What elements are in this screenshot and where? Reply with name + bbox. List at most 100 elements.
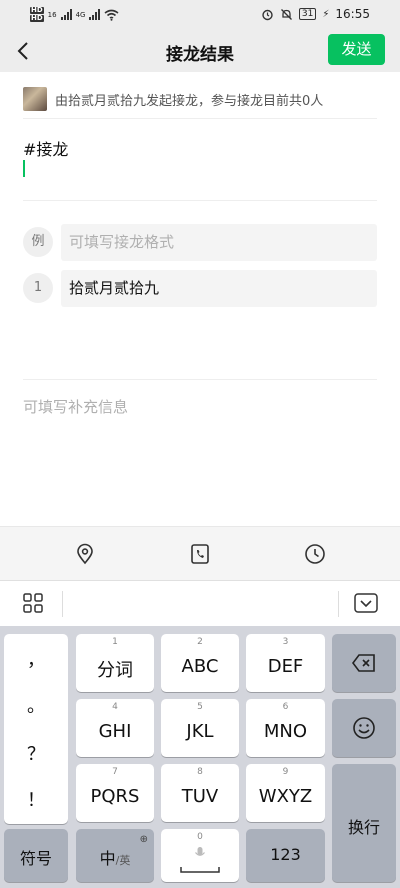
key-digit: 8 (197, 767, 203, 777)
key-digit: 4 (112, 702, 118, 712)
punctuation-column: ， 。 ？ ！ (4, 634, 68, 824)
key-digit: 6 (282, 702, 289, 712)
status-right: 31 ⚡ 16:55 (261, 7, 370, 21)
format-input[interactable]: 可填写接龙格式 (61, 224, 377, 261)
lang-main: 中 (99, 849, 116, 868)
signal-label-1: 16 (47, 10, 57, 19)
hd-label: HD (30, 14, 44, 22)
keyboard: ， 。 ？ ！ 1 分词 2 ABC 3 DEF 4 GHI 5 JKL 6 M… (0, 626, 400, 888)
key-9[interactable]: 9 WXYZ (246, 764, 325, 822)
alarm-icon (262, 9, 273, 20)
globe-icon: ⊕ (139, 834, 148, 845)
row-number: 1 (23, 273, 53, 303)
key-label: 分词 (97, 660, 133, 681)
status-time: 16:55 (335, 7, 370, 21)
text-cursor (23, 160, 25, 177)
hd-label: HD (30, 6, 44, 14)
avatar (23, 87, 47, 111)
battery-indicator: 31 (298, 8, 317, 20)
language-key[interactable]: ⊕ 中/英 (76, 829, 154, 882)
symbol-label: 符号 (19, 849, 52, 868)
punct-key[interactable]: ！ (4, 786, 68, 812)
charging-icon: ⚡ (322, 8, 330, 20)
ime-toolbar (0, 580, 400, 626)
key-label: MNO (263, 721, 308, 742)
divider (23, 379, 377, 380)
smiley-icon (353, 717, 375, 739)
divider (62, 591, 63, 617)
space-key[interactable]: 0 (161, 829, 239, 882)
solitaire-content: 由拾贰月贰拾九发起接龙，参与接龙目前共0人 #接龙 例 可填写接龙格式 1 拾贰… (0, 72, 400, 526)
initiator-text: 由拾贰月贰拾九发起接龙，参与接龙目前共0人 (55, 93, 324, 109)
mute-icon (280, 8, 292, 20)
hide-keyboard-button[interactable] (354, 593, 378, 617)
key-label: JKL (186, 721, 214, 742)
numeric-key[interactable]: 123 (246, 829, 325, 882)
divider (338, 591, 339, 617)
key-label: PQRS (90, 786, 140, 807)
phone-button[interactable] (188, 542, 212, 566)
key-digit: 9 (282, 767, 289, 777)
symbol-key[interactable]: 符号 (4, 829, 68, 882)
key-digit: 1 (112, 637, 118, 647)
topic-input[interactable]: #接龙 (23, 136, 68, 160)
numeric-label: 123 (270, 845, 301, 864)
wifi-icon (104, 9, 119, 21)
time-button[interactable] (303, 542, 327, 566)
punct-key[interactable]: ？ (4, 740, 68, 766)
key-digit: 0 (197, 832, 203, 842)
enter-key[interactable]: 换行 (332, 764, 396, 882)
key-6[interactable]: 6 MNO (246, 699, 325, 757)
key-1[interactable]: 1 分词 (76, 634, 154, 692)
emoji-key[interactable] (332, 699, 396, 757)
signal-label-2: 4G (75, 10, 86, 19)
location-icon (77, 543, 93, 565)
screen: HD HD 16 4G 31 ⚡ 16:55 接龙结果 发送 由拾贰月贰拾九发起… (0, 0, 400, 888)
space-bar-icon (180, 867, 220, 873)
key-label: GHI (98, 721, 132, 742)
nav-bar: 接龙结果 发送 (0, 30, 400, 72)
key-digit: 5 (197, 702, 203, 712)
attachment-toolbar (0, 526, 400, 580)
punct-key[interactable]: ， (4, 646, 68, 672)
backspace-key[interactable] (332, 634, 396, 692)
key-8[interactable]: 8 TUV (161, 764, 239, 822)
microphone-icon (195, 847, 205, 856)
entry-row: 1 拾贰月贰拾九 (23, 270, 377, 307)
example-row: 例 可填写接龙格式 (23, 224, 377, 261)
location-button[interactable] (73, 542, 97, 566)
key-4[interactable]: 4 GHI (76, 699, 154, 757)
key-label: TUV (181, 786, 219, 807)
clock-icon (305, 544, 325, 564)
ime-menu-button[interactable] (22, 592, 44, 618)
key-7[interactable]: 7 PQRS (76, 764, 154, 822)
key-label: DEF (267, 656, 304, 677)
divider (23, 200, 377, 201)
key-label: WXYZ (258, 786, 313, 807)
signal-icon (60, 9, 72, 20)
phone-icon (191, 544, 209, 564)
row-number: 例 (23, 227, 53, 257)
key-label: ABC (181, 656, 219, 677)
punct-key[interactable]: 。 (4, 692, 68, 718)
status-left: HD HD 16 4G (30, 7, 119, 22)
initiator-info: 由拾贰月贰拾九发起接龙，参与接龙目前共0人 (23, 87, 323, 111)
language-label: 中/英 (76, 845, 154, 869)
entry-input[interactable]: 拾贰月贰拾九 (61, 270, 377, 307)
key-digit: 3 (282, 637, 289, 647)
key-2[interactable]: 2 ABC (161, 634, 239, 692)
key-5[interactable]: 5 JKL (161, 699, 239, 757)
key-digit: 2 (197, 637, 203, 647)
status-bar: HD HD 16 4G 31 ⚡ 16:55 (0, 0, 400, 30)
hd-icons: HD HD (30, 7, 44, 22)
send-button[interactable]: 发送 (328, 34, 385, 65)
signal-icon (89, 9, 101, 20)
key-digit: 7 (112, 767, 118, 777)
extra-info-input[interactable]: 可填写补充信息 (23, 396, 128, 417)
lang-sub: /英 (115, 854, 131, 867)
divider (23, 118, 377, 119)
enter-label: 换行 (347, 818, 380, 837)
grid-icon (23, 593, 43, 613)
backspace-icon (352, 654, 375, 672)
key-3[interactable]: 3 DEF (246, 634, 325, 692)
